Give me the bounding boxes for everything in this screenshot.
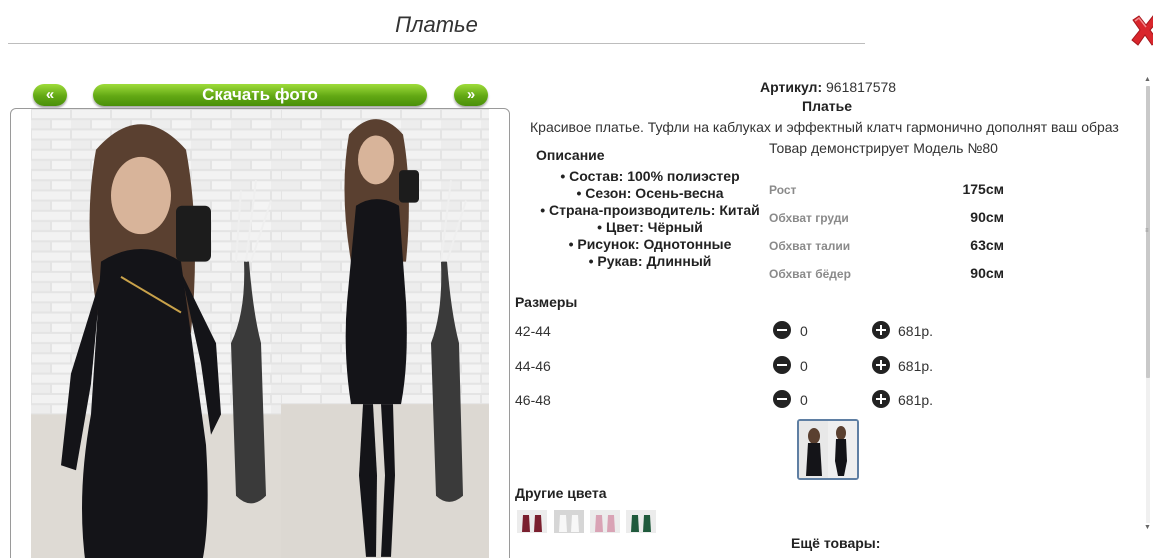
article-value: 961817578 [826,79,897,95]
other-colors-heading: Другие цвета [515,485,607,501]
increase-quantity-button[interactable] [872,356,890,374]
prev-photo-button[interactable]: « [33,84,67,106]
scroll-grip-icon: ≡ [1145,228,1149,234]
price-value: 681р. [898,323,934,339]
color-swatch-green[interactable] [626,510,656,533]
quantity-value: 0 [800,392,808,408]
increase-quantity-button[interactable] [872,321,890,339]
measurement-label: Обхват талии [769,239,851,253]
measurement-value: 175см [962,181,1004,197]
article-line: Артикул: 961817578 [760,79,896,95]
decrease-quantity-button[interactable] [773,321,791,339]
thumbnail-image [799,421,857,478]
article-label: Артикул: [760,79,823,95]
size-row: 42-44 0 681р. [515,320,945,342]
price-value: 681р. [898,392,934,408]
property-item: Рисунок: Однотонные [540,236,760,253]
property-item: Сезон: Осень-весна [540,185,760,202]
measurement-value: 90см [970,209,1004,225]
description-heading: Описание [536,147,605,163]
measurement-row: Обхват талии 63см [769,236,1004,256]
product-photo-full [281,109,489,558]
property-item: Рукав: Длинный [540,253,760,270]
decrease-quantity-button[interactable] [773,356,791,374]
product-thumbnail[interactable] [797,419,859,480]
product-description: Красивое платье. Туфли на каблуках и эфф… [530,119,1119,135]
measurement-label: Рост [769,183,797,197]
size-label: 44-46 [515,358,551,374]
product-name: Платье [802,98,852,114]
next-photo-button[interactable]: » [454,84,488,106]
measurement-row: Рост 175см [769,180,1004,200]
size-label: 42-44 [515,323,551,339]
color-swatch-burgundy[interactable] [517,510,547,533]
quantity-value: 0 [800,358,808,374]
product-photo-frame [10,108,510,558]
download-photo-button[interactable]: Скачать фото [93,84,427,106]
close-icon [1131,15,1153,46]
sizes-heading: Размеры [515,294,578,310]
page-title: Платье [395,12,478,37]
measurement-label: Обхват груди [769,211,849,225]
measurement-row: Обхват груди 90см [769,208,1004,228]
measurement-label: Обхват бёдер [769,267,851,281]
size-label: 46-48 [515,392,551,408]
measurement-row: Обхват бёдер 90см [769,264,1004,284]
property-item: Состав: 100% полиэстер [540,168,760,185]
size-row: 44-46 0 681р. [515,355,945,377]
measurement-value: 90см [970,265,1004,281]
quantity-value: 0 [800,323,808,339]
size-row: 46-48 0 681р. [515,389,945,411]
color-swatch-white[interactable] [554,510,584,533]
decrease-quantity-button[interactable] [773,390,791,408]
color-swatch-pink[interactable] [590,510,620,533]
product-photo-front [31,109,281,558]
increase-quantity-button[interactable] [872,390,890,408]
scroll-down-arrow-icon[interactable]: ▼ [1144,524,1152,532]
scrollbar[interactable]: ▲ ≡ ▼ [1143,76,1153,533]
property-list: Состав: 100% полиэстер Сезон: Осень-весн… [540,168,760,270]
measurement-value: 63см [970,237,1004,253]
more-products-heading: Ещё товары: [791,535,881,551]
model-note: Товар демонстрирует Модель №80 [769,140,998,156]
title-bar: Платье [8,8,865,44]
price-value: 681р. [898,358,934,374]
property-item: Цвет: Чёрный [540,219,760,236]
property-item: Страна-производитель: Китай [540,202,760,219]
scroll-up-arrow-icon[interactable]: ▲ [1144,76,1152,84]
close-button[interactable] [1130,14,1153,48]
